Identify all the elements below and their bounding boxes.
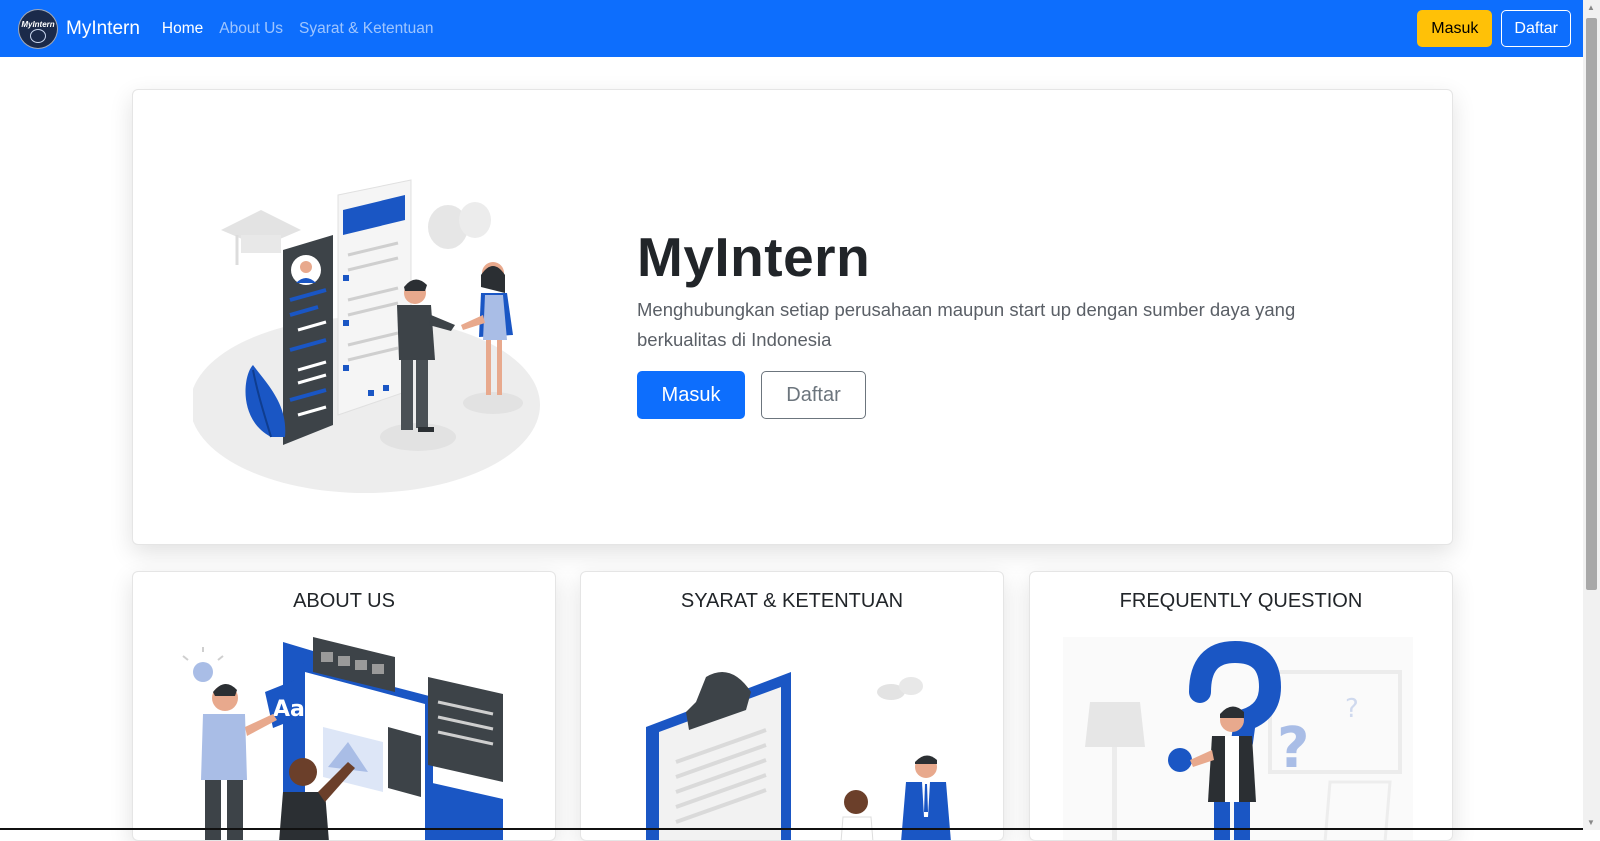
svg-text:Aa: Aa (273, 697, 305, 722)
nav-links: Home About Us Syarat & Ketentuan (162, 20, 434, 38)
nav-link-home[interactable]: Home (162, 20, 203, 38)
terms-card-title: SYARAT & KETENTUAN (680, 590, 904, 612)
top-navbar: MyIntern MyIntern Home About Us Syarat &… (0, 0, 1583, 57)
hero-actions: Masuk Daftar (637, 371, 1297, 419)
nav-link-syarat-ketentuan[interactable]: Syarat & Ketentuan (299, 20, 433, 38)
logo-text: MyIntern (21, 19, 55, 29)
svg-text:?: ? (1345, 694, 1359, 724)
svg-text:?: ? (1277, 716, 1309, 781)
nav-link-about-us[interactable]: About Us (219, 20, 283, 38)
about-us-card-title: ABOUT US (293, 590, 395, 612)
brand-logo: MyIntern (18, 8, 58, 49)
hero-login-button[interactable]: Masuk (637, 371, 745, 419)
page-scrollbar[interactable]: ▲ ▼ (1583, 0, 1600, 830)
about-us-card[interactable]: ABOUT US Aa (132, 571, 556, 841)
clipboard-illustration (646, 672, 951, 840)
terms-card[interactable]: SYARAT & KETENTUAN (580, 571, 1004, 841)
website-design-illustration: Aa (182, 637, 503, 840)
globe-icon (30, 28, 46, 43)
nav-actions: Masuk Daftar (1417, 10, 1571, 47)
hiring-illustration (193, 179, 540, 493)
hero-description: Menghubungkan setiap perusahaan maupun s… (637, 299, 1296, 350)
hero-text: MyIntern Menghubungkan setiap perusahaan… (637, 225, 1297, 419)
faq-card[interactable]: FREQUENTLY QUESTION ? ? (1029, 571, 1453, 841)
scrollbar-thumb[interactable] (1586, 18, 1597, 590)
scroll-down-arrow-icon[interactable]: ▼ (1587, 818, 1595, 827)
hero-register-button[interactable]: Daftar (761, 371, 866, 419)
brand-name: MyIntern (66, 17, 140, 39)
faq-card-title: FREQUENTLY QUESTION (1119, 590, 1363, 612)
hero-card: MyIntern Menghubungkan setiap perusahaan… (132, 89, 1453, 545)
nav-login-button[interactable]: Masuk (1417, 10, 1493, 47)
question-illustration: ? ? (1063, 637, 1413, 840)
nav-register-button[interactable]: Daftar (1501, 10, 1571, 47)
brand[interactable]: MyIntern MyIntern (18, 8, 140, 49)
hero-title: MyIntern (637, 226, 871, 288)
scroll-up-arrow-icon[interactable]: ▲ (1587, 3, 1595, 12)
